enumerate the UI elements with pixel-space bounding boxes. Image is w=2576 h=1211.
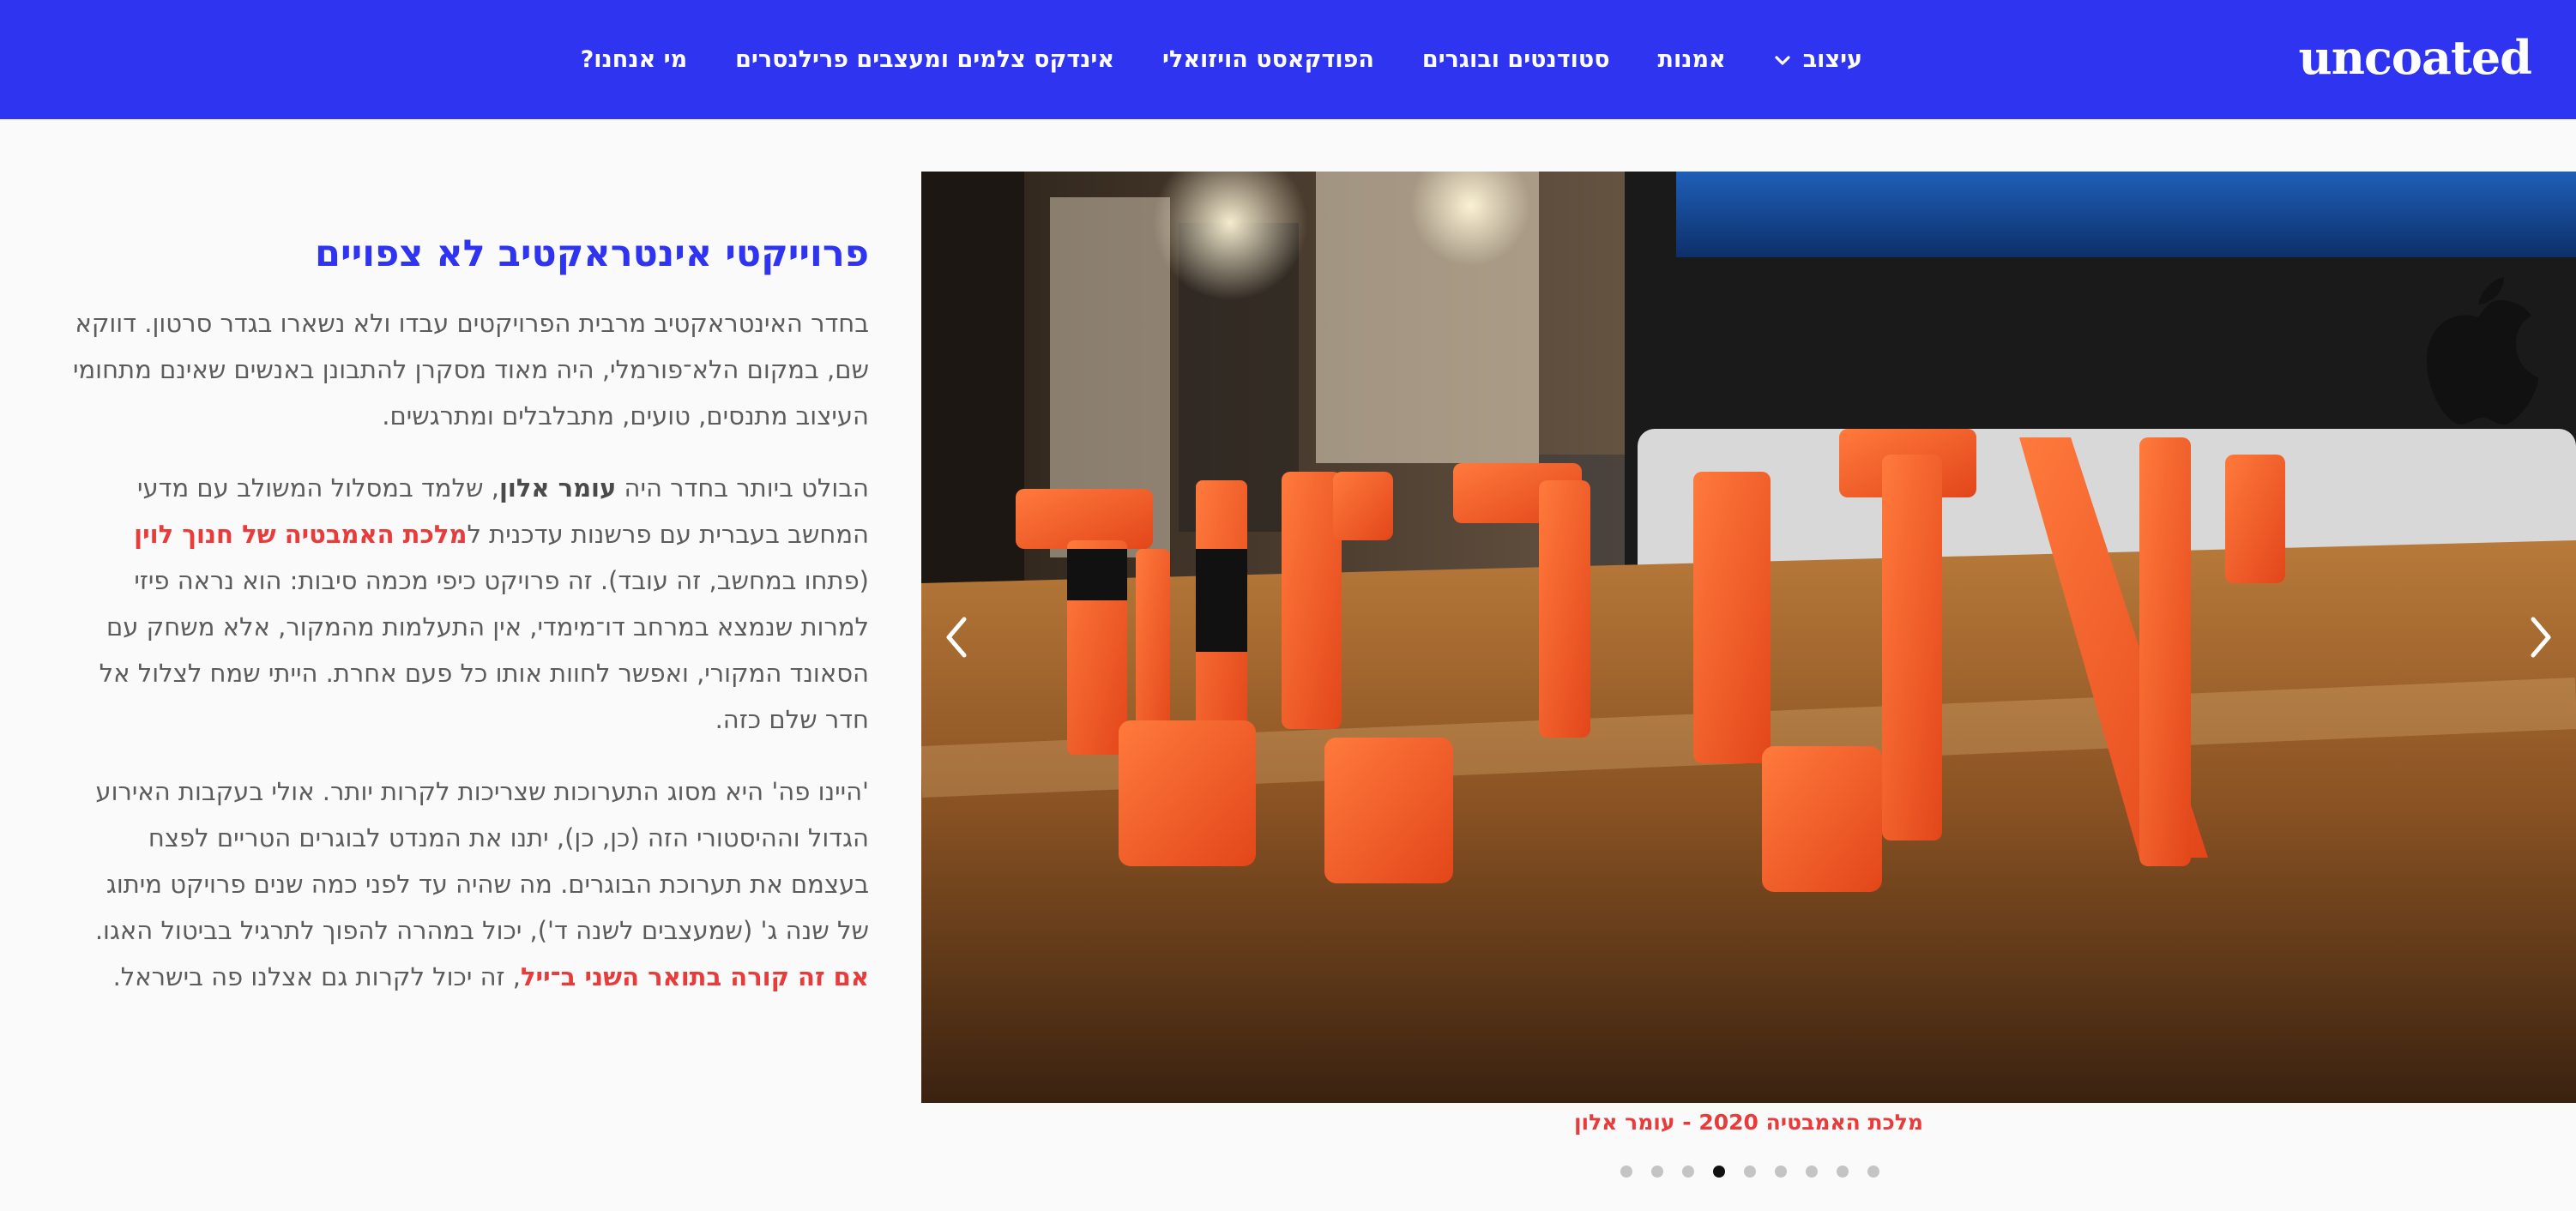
yale-link[interactable]: אם זה קורה בתואר השני ב־ייל (521, 962, 869, 991)
slider-dot[interactable] (1867, 1166, 1879, 1178)
nav-item-label: עיצוב (1802, 46, 1862, 73)
nav-item-label: מי אנחנו? (580, 46, 688, 73)
bath-queen-link[interactable]: מלכת האמבטיה של חנוך לוין (134, 520, 467, 549)
slide-photo (921, 172, 2576, 1103)
slider-dot[interactable] (1651, 1166, 1663, 1178)
slide-caption: מלכת האמבטיה 2020 - עומר אלון (1573, 1110, 1924, 1135)
article-paragraph-3: 'היינו פה' היא מסוג התערוכות שצריכות לקר… (94, 777, 869, 991)
nav-item-label: סטודנטים ובוגרים (1421, 46, 1610, 73)
slider-next-button[interactable] (2507, 605, 2573, 670)
article-body: פרוייקטי אינטראקטיב לא צפויים בחדר האינט… (67, 221, 869, 1026)
nav-item-students[interactable]: סטודנטים ובוגרים (1422, 46, 1610, 73)
site-logo[interactable]: uncoated (2299, 19, 2532, 96)
slider-dot-active[interactable] (1713, 1166, 1725, 1178)
slider-dot[interactable] (1620, 1166, 1632, 1178)
site-header: uncoated עיצוב אמנות סטודנטים ובוגרים הפ… (0, 0, 2576, 119)
article-paragraph-2: הבולט ביותר בחדר היה עומר אלון, שלמד במס… (99, 473, 869, 734)
main-nav: עיצוב אמנות סטודנטים ובוגרים הפודקאסט הו… (581, 0, 1862, 119)
chevron-right-icon (2531, 617, 2551, 658)
nav-item-label: הפודקאסט הויזואלי (1162, 46, 1374, 73)
slider-dot[interactable] (1837, 1166, 1849, 1178)
chevron-left-icon (946, 617, 967, 658)
image-slider[interactable] (921, 172, 2576, 1103)
slider-prev-button[interactable] (925, 605, 990, 670)
nav-item-freelancers-index[interactable]: אינדקס צלמים ומעצבים פרילנסרים (735, 46, 1114, 73)
article-title: פרוייקטי אינטראקטיב לא צפויים (315, 232, 869, 275)
article-paragraph-1: בחדר האינטראקטיב מרבית הפרויקטים עבדו ול… (72, 309, 869, 431)
slider-dot[interactable] (1744, 1166, 1756, 1178)
slider-pagination (1613, 1162, 1887, 1181)
chevron-down-icon (1775, 55, 1790, 65)
slider-dot[interactable] (1775, 1166, 1787, 1178)
nav-item-podcast[interactable]: הפודקאסט הויזואלי (1162, 46, 1374, 73)
nav-item-label: אמנות (1657, 46, 1726, 73)
nav-item-design[interactable]: עיצוב (1774, 46, 1862, 73)
nav-item-about[interactable]: מי אנחנו? (581, 46, 688, 73)
author-name: עומר אלון (498, 473, 617, 503)
slider-dot[interactable] (1806, 1166, 1818, 1178)
slider-dot[interactable] (1682, 1166, 1694, 1178)
nav-item-label: אינדקס צלמים ומעצבים פרילנסרים (735, 46, 1115, 73)
nav-item-art[interactable]: אמנות (1658, 46, 1726, 73)
